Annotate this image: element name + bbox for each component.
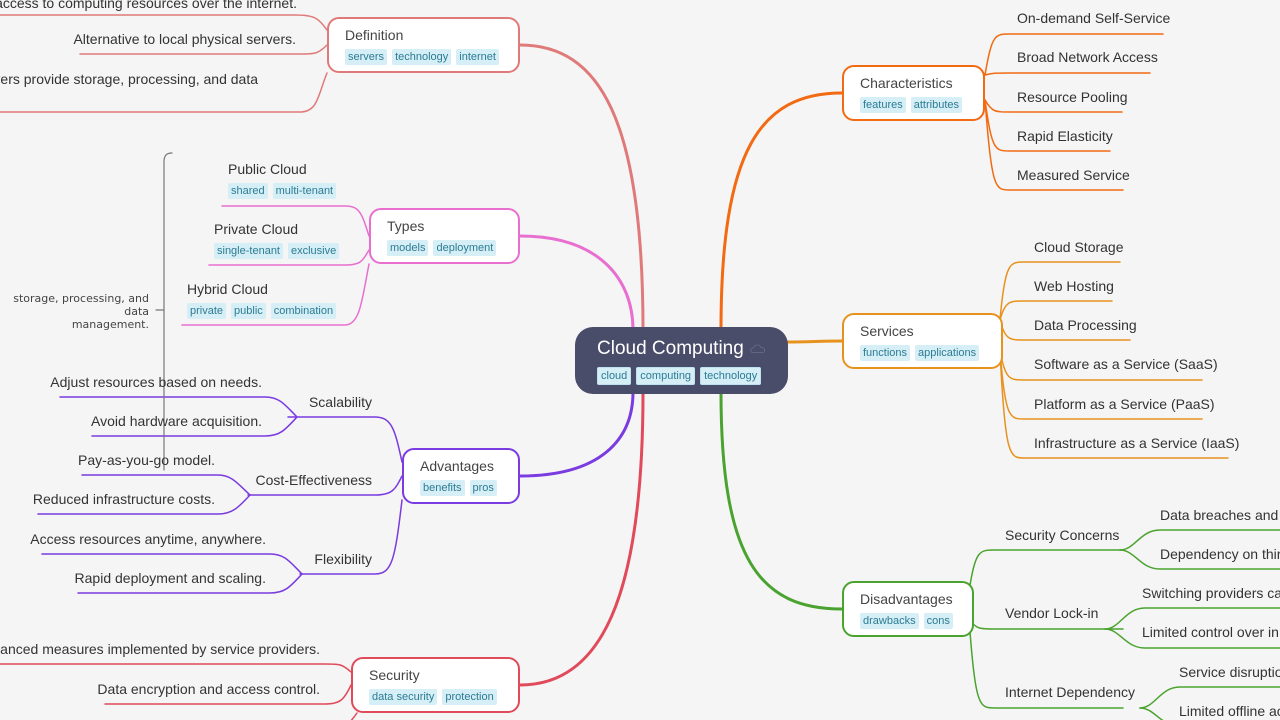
advantages-leaf[interactable]: Adjust resources based on needs. [50, 373, 262, 391]
tag[interactable]: attributes [910, 97, 962, 113]
tag[interactable]: multi-tenant [272, 183, 337, 199]
types-subtopic-public-cloud[interactable]: Public Cloud shared multi-tenant [228, 160, 337, 199]
advantages-subtopic[interactable]: Scalability [309, 393, 372, 411]
topic-definition[interactable]: Definition servers technology internet [327, 17, 520, 73]
disadvantages-leaf[interactable]: Limited offline ac [1179, 702, 1280, 720]
tag[interactable]: internet [456, 49, 499, 65]
connector-leaf [969, 549, 1124, 586]
connector-security [518, 390, 645, 687]
topic-services[interactable]: Services functions applications [842, 313, 1003, 369]
tag[interactable]: models [387, 240, 429, 256]
connector-advantages [518, 390, 635, 478]
tag[interactable]: functions [860, 345, 911, 361]
services-leaf[interactable]: Cloud Storage [1034, 238, 1124, 256]
tag[interactable]: features [860, 97, 906, 113]
services-leaf[interactable]: Software as a Service (SaaS) [1034, 355, 1218, 373]
definition-leaf[interactable]: ervers provide storage, processing, and … [0, 70, 258, 88]
topic-title: Security [369, 667, 420, 683]
advantages-subtopic[interactable]: Cost-Effectiveness [256, 471, 372, 489]
disadvantages-leaf[interactable]: Service disruptio [1179, 663, 1280, 681]
root-tag[interactable]: technology [700, 367, 762, 385]
topic-title: Definition [345, 27, 404, 43]
topic-characteristics[interactable]: Characteristics features attributes [842, 65, 985, 121]
tag[interactable]: cons [923, 613, 953, 629]
tag[interactable]: pros [469, 480, 497, 496]
tag[interactable]: private [187, 303, 227, 319]
disadvantages-leaf[interactable]: Dependency on thir [1160, 545, 1280, 563]
mindmap-canvas[interactable]: Cloud Computing cloud computing technolo… [0, 0, 1280, 720]
types-subtopic-hybrid-cloud[interactable]: Hybrid Cloud private public combination [187, 280, 337, 319]
tag[interactable]: combination [270, 303, 337, 319]
disadvantages-subtopic[interactable]: Vendor Lock-in [1005, 604, 1098, 622]
characteristics-leaf[interactable]: Rapid Elasticity [1017, 127, 1113, 145]
tag[interactable]: servers [345, 49, 388, 65]
connector-disadvantages [719, 390, 844, 611]
tag[interactable]: public [231, 303, 266, 319]
security-leaf[interactable]: dvanced measures implemented by service … [0, 640, 320, 658]
topic-security[interactable]: Security data security protection [351, 657, 520, 713]
topic-advantages[interactable]: Advantages benefits pros [402, 448, 520, 504]
characteristics-leaf[interactable]: On-demand Self-Service [1017, 9, 1170, 27]
advantages-subtopic[interactable]: Flexibility [314, 550, 372, 568]
tag[interactable]: deployment [433, 240, 497, 256]
advantages-leaf[interactable]: Pay-as-you-go model. [78, 451, 215, 469]
root-title: Cloud Computing [597, 338, 744, 359]
disadvantages-leaf[interactable]: Switching providers ca [1142, 584, 1280, 602]
summary-note-line: management. [71, 318, 149, 331]
root-node[interactable]: Cloud Computing cloud computing technolo… [575, 327, 788, 394]
subtopic-title: Public Cloud [228, 161, 307, 177]
disadvantages-subtopic[interactable]: Internet Dependency [1005, 683, 1135, 701]
advantages-leaf[interactable]: Access resources anytime, anywhere. [30, 530, 266, 548]
disadvantages-leaf[interactable]: Data breaches and v [1160, 506, 1280, 524]
topic-title: Disadvantages [860, 591, 953, 607]
disadvantages-leaf[interactable]: Limited control over in [1142, 623, 1279, 641]
tag[interactable]: single-tenant [214, 243, 283, 259]
services-leaf[interactable]: Web Hosting [1034, 277, 1114, 295]
subtopic-title: Hybrid Cloud [187, 281, 268, 297]
advantages-leaf[interactable]: Reduced infrastructure costs. [33, 490, 215, 508]
topic-title: Characteristics [860, 75, 953, 91]
connector-leaf [287, 416, 403, 463]
tag[interactable]: applications [915, 345, 980, 361]
tag[interactable]: exclusive [288, 243, 340, 259]
root-tag[interactable]: cloud [597, 367, 632, 385]
definition-leaf[interactable]: g access to computing resources over the… [0, 0, 297, 12]
connector-types [518, 234, 635, 332]
tag[interactable]: protection [442, 689, 497, 705]
services-leaf[interactable]: Data Processing [1034, 316, 1137, 334]
topic-title: Advantages [420, 458, 494, 474]
tag[interactable]: technology [392, 49, 452, 65]
topic-disadvantages[interactable]: Disadvantages drawbacks cons [842, 581, 974, 637]
disadvantages-subtopic[interactable]: Security Concerns [1005, 526, 1119, 544]
root-tag[interactable]: computing [636, 367, 696, 385]
characteristics-leaf[interactable]: Resource Pooling [1017, 88, 1128, 106]
subtopic-title: Private Cloud [214, 221, 299, 237]
topic-title: Types [387, 218, 425, 234]
tag[interactable]: benefits [420, 480, 465, 496]
tag[interactable]: data security [369, 689, 438, 705]
characteristics-leaf[interactable]: Measured Service [1017, 166, 1130, 184]
tag[interactable]: drawbacks [860, 613, 919, 629]
connector-leaf [350, 712, 358, 720]
connector-leaf [0, 663, 352, 673]
cloud-icon [750, 344, 765, 354]
connector-services [786, 339, 844, 344]
connector-characteristics [719, 91, 844, 332]
connector-leaf [0, 14, 328, 31]
summary-note[interactable]: storage, processing, and data management… [0, 292, 149, 331]
advantages-leaf[interactable]: Avoid hardware acquisition. [91, 412, 262, 430]
topic-types[interactable]: Types models deployment [369, 208, 520, 264]
services-leaf[interactable]: Infrastructure as a Service (IaaS) [1034, 434, 1239, 452]
summary-note-line: storage, processing, and data [13, 292, 149, 318]
topic-title: Services [860, 323, 914, 339]
security-leaf[interactable]: Data encryption and access control. [97, 680, 320, 698]
services-leaf[interactable]: Platform as a Service (PaaS) [1034, 395, 1215, 413]
characteristics-leaf[interactable]: Broad Network Access [1017, 48, 1158, 66]
tag[interactable]: shared [228, 183, 268, 199]
advantages-leaf[interactable]: Rapid deployment and scaling. [75, 569, 266, 587]
definition-leaf[interactable]: Alternative to local physical servers. [73, 30, 296, 48]
types-subtopic-private-cloud[interactable]: Private Cloud single-tenant exclusive [214, 220, 340, 259]
connector-leaf [984, 72, 1151, 76]
